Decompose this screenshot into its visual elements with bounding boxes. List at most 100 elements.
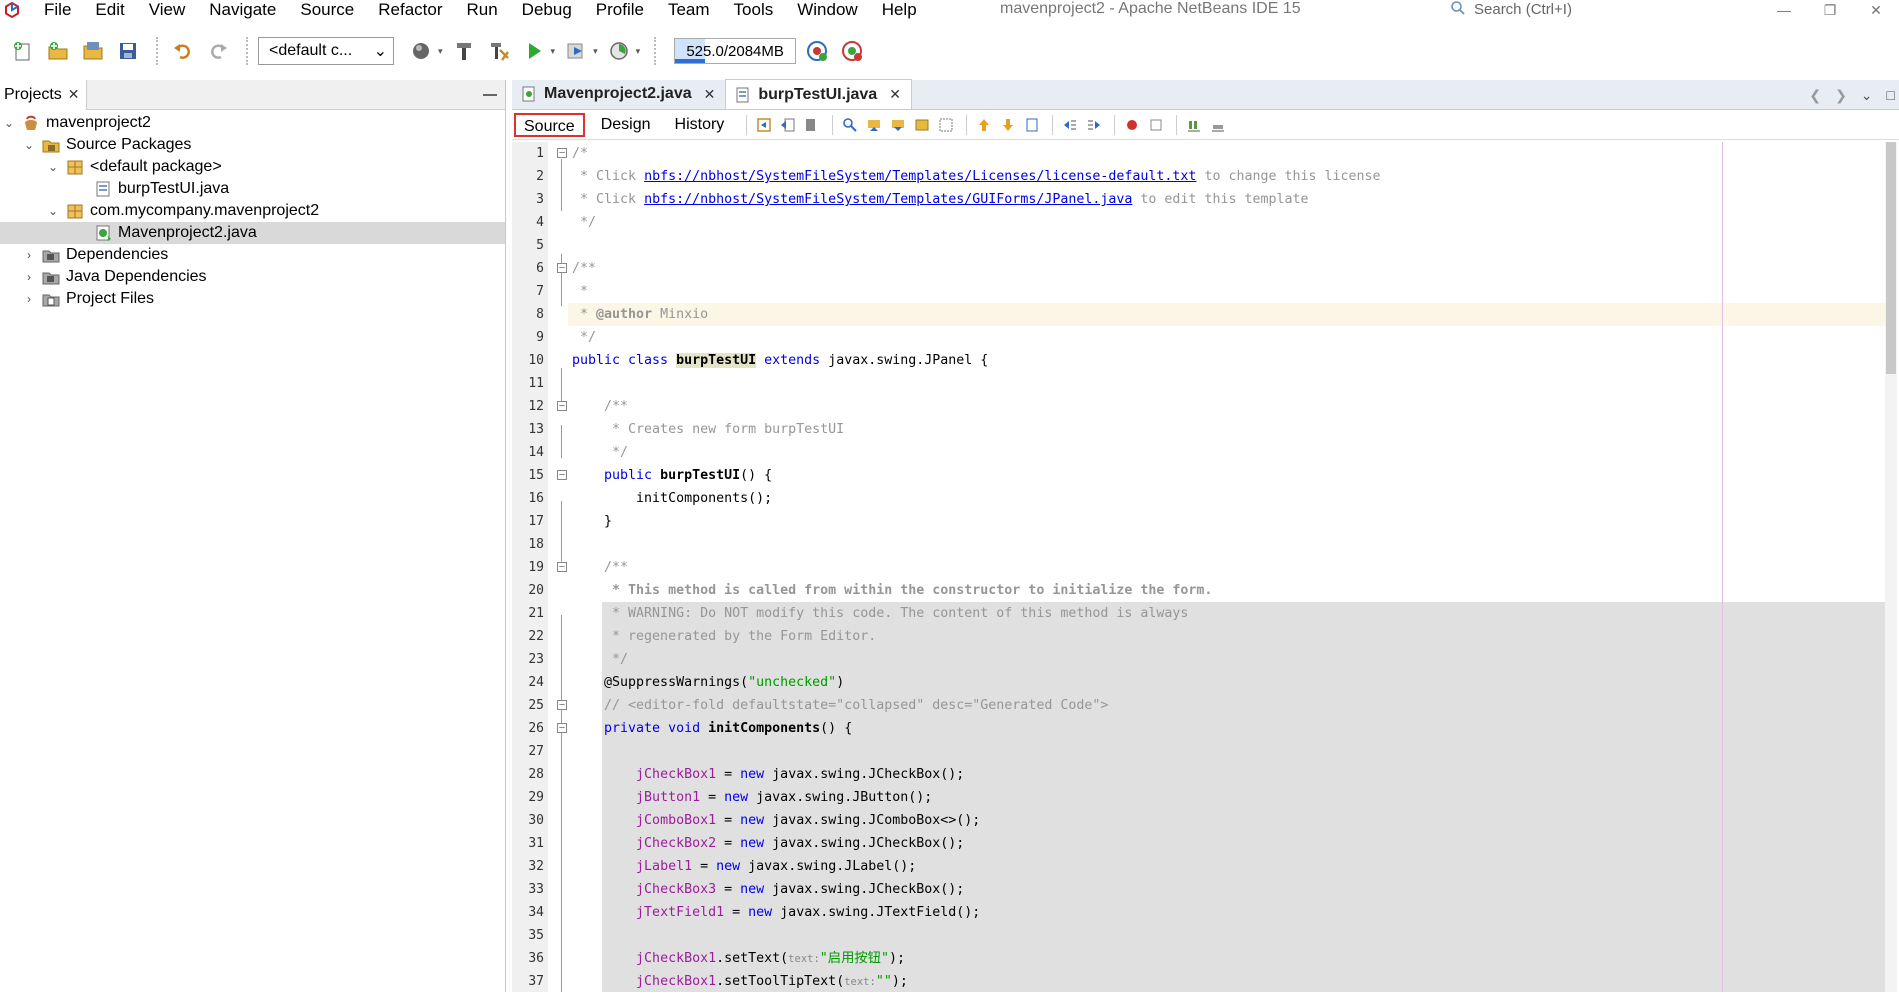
globe-icon[interactable] bbox=[406, 36, 436, 66]
tab-design[interactable]: Design bbox=[593, 113, 659, 137]
tab-source[interactable]: Source bbox=[514, 112, 585, 137]
fold-collapse-icon[interactable]: – bbox=[557, 263, 567, 273]
save-all-icon[interactable] bbox=[113, 36, 143, 66]
menu-profile[interactable]: Profile bbox=[584, 0, 656, 20]
license-link[interactable]: nbfs://nbhost/SystemFileSystem/Templates… bbox=[644, 169, 1196, 184]
template-link[interactable]: nbfs://nbhost/SystemFileSystem/Templates… bbox=[644, 192, 1132, 207]
fold-collapse-icon[interactable]: – bbox=[557, 148, 567, 158]
forward-icon[interactable] bbox=[802, 115, 822, 135]
tab-history[interactable]: History bbox=[667, 113, 733, 137]
maximize-icon[interactable]: □ bbox=[1887, 87, 1895, 103]
fold-collapse-icon[interactable]: – bbox=[557, 401, 567, 411]
next-bookmark-icon[interactable] bbox=[998, 115, 1018, 135]
close-icon[interactable]: ✕ bbox=[704, 86, 716, 103]
minimize-panel-icon[interactable] bbox=[483, 94, 497, 96]
tree-node-burptestui-java[interactable]: burpTestUI.java bbox=[0, 178, 505, 200]
close-window-icon[interactable]: ✕ bbox=[1853, 0, 1899, 20]
tab-mavenproject2-java[interactable]: Mavenproject2.java ✕ bbox=[512, 79, 725, 109]
toggle-bookmark-icon[interactable] bbox=[1022, 115, 1042, 135]
vertical-scrollbar[interactable] bbox=[1885, 142, 1897, 992]
configuration-select[interactable]: <default c... ⌄ bbox=[258, 37, 394, 65]
comment-icon[interactable] bbox=[1184, 115, 1204, 135]
dropdown-arrow-icon[interactable]: ▾ bbox=[636, 46, 641, 57]
chevron-right-icon[interactable]: › bbox=[22, 248, 36, 262]
search-box[interactable]: Search (Ctrl+I) bbox=[1450, 0, 1742, 18]
menu-source[interactable]: Source bbox=[288, 0, 366, 20]
menu-file[interactable]: File bbox=[32, 0, 83, 20]
profiler-snapshot-icon[interactable] bbox=[837, 36, 867, 66]
menu-debug[interactable]: Debug bbox=[510, 0, 584, 20]
fold-collapse-icon[interactable]: – bbox=[557, 700, 567, 710]
menu-run[interactable]: Run bbox=[454, 0, 509, 20]
redo-icon[interactable] bbox=[203, 36, 233, 66]
menu-help[interactable]: Help bbox=[870, 0, 929, 20]
fold-collapse-icon[interactable]: – bbox=[557, 562, 567, 572]
clean-build-icon[interactable] bbox=[484, 36, 514, 66]
memory-indicator[interactable]: 525.0/2084MB bbox=[674, 38, 797, 64]
tree-node-default-package[interactable]: ⌄ <default package> bbox=[0, 156, 505, 178]
code-editor[interactable]: 1 – /* 2 * Click nbfs://nbhost/SystemFil… bbox=[512, 142, 1899, 992]
tab-burptestui-java[interactable]: burpTestUI.java ✕ bbox=[725, 79, 912, 109]
chevron-down-icon[interactable]: ⌄ bbox=[1861, 87, 1873, 104]
tree-node-project-files[interactable]: › Project Files bbox=[0, 288, 505, 310]
code-text: jCheckBox3 = new javax.swing.JCheckBox()… bbox=[636, 882, 965, 897]
close-icon[interactable]: ✕ bbox=[68, 86, 80, 103]
undo-icon[interactable] bbox=[168, 36, 198, 66]
fold-collapse-icon[interactable]: – bbox=[557, 723, 567, 733]
menu-navigate[interactable]: Navigate bbox=[197, 0, 288, 20]
menu-window[interactable]: Window bbox=[785, 0, 869, 20]
chevron-right-icon[interactable]: › bbox=[22, 270, 36, 284]
editor-view-toolbar: Source Design History bbox=[512, 110, 1899, 140]
previous-bookmark-icon[interactable] bbox=[974, 115, 994, 135]
chevron-down-icon[interactable]: ⌄ bbox=[46, 204, 60, 218]
debug-icon[interactable] bbox=[561, 36, 591, 66]
uncomment-icon[interactable] bbox=[1208, 115, 1228, 135]
menu-view[interactable]: View bbox=[137, 0, 198, 20]
chevron-down-icon[interactable]: ⌄ bbox=[46, 160, 60, 174]
close-icon[interactable]: ✕ bbox=[889, 86, 901, 103]
dropdown-arrow-icon[interactable]: ▾ bbox=[438, 46, 443, 57]
open-project-icon[interactable] bbox=[78, 36, 108, 66]
chevron-right-icon[interactable]: › bbox=[22, 292, 36, 306]
find-previous-icon[interactable] bbox=[864, 115, 884, 135]
menu-tools[interactable]: Tools bbox=[722, 0, 786, 20]
chevron-down-icon[interactable]: ⌄ bbox=[22, 138, 36, 152]
dropdown-arrow-icon[interactable]: ▾ bbox=[593, 46, 598, 57]
find-next-icon[interactable] bbox=[888, 115, 908, 135]
configuration-value: <default c... bbox=[269, 42, 353, 59]
tree-node-dependencies[interactable]: › Dependencies bbox=[0, 244, 505, 266]
dropdown-arrow-icon[interactable]: ▾ bbox=[551, 46, 556, 57]
stop-macro-recording-icon[interactable] bbox=[1146, 115, 1166, 135]
tab-projects[interactable]: Projects ✕ bbox=[0, 79, 87, 110]
fold-collapse-icon[interactable]: – bbox=[557, 470, 567, 480]
chevron-down-icon[interactable]: ⌄ bbox=[2, 116, 16, 130]
shift-left-icon[interactable] bbox=[1060, 115, 1080, 135]
toggle-highlight-icon[interactable] bbox=[912, 115, 932, 135]
profile-icon[interactable] bbox=[604, 36, 634, 66]
tree-node-mavenproject2[interactable]: ⌄ mavenproject2 bbox=[0, 112, 505, 134]
menu-refactor[interactable]: Refactor bbox=[366, 0, 454, 20]
menu-edit[interactable]: Edit bbox=[83, 0, 136, 20]
new-file-icon[interactable] bbox=[8, 36, 38, 66]
start-macro-recording-icon[interactable] bbox=[1122, 115, 1142, 135]
menu-team[interactable]: Team bbox=[656, 0, 722, 20]
find-selection-icon[interactable] bbox=[840, 115, 860, 135]
tree-node-com-mycompany-mavenproject2[interactable]: ⌄ com.mycompany.mavenproject2 bbox=[0, 200, 505, 222]
restore-icon[interactable]: ❐ bbox=[1807, 0, 1853, 20]
last-edit-icon[interactable] bbox=[754, 115, 774, 135]
build-hammer-icon[interactable] bbox=[449, 36, 479, 66]
tree-node-java-dependencies[interactable]: › Java Dependencies bbox=[0, 266, 505, 288]
chevron-right-icon[interactable]: ❯ bbox=[1835, 87, 1847, 104]
shift-right-icon[interactable] bbox=[1084, 115, 1104, 135]
chevron-left-icon[interactable]: ❮ bbox=[1809, 87, 1821, 104]
run-icon[interactable] bbox=[519, 36, 549, 66]
back-icon[interactable] bbox=[778, 115, 798, 135]
tree-node-mavenproject2-java[interactable]: Mavenproject2.java bbox=[0, 222, 505, 244]
minimize-icon[interactable]: — bbox=[1761, 0, 1807, 20]
gc-icon[interactable] bbox=[802, 36, 832, 66]
new-project-icon[interactable] bbox=[43, 36, 73, 66]
java-class-icon bbox=[94, 224, 112, 242]
scrollbar-thumb[interactable] bbox=[1886, 142, 1896, 374]
tree-node-source-packages[interactable]: ⌄ Source Packages bbox=[0, 134, 505, 156]
toggle-rect-selection-icon[interactable] bbox=[936, 115, 956, 135]
